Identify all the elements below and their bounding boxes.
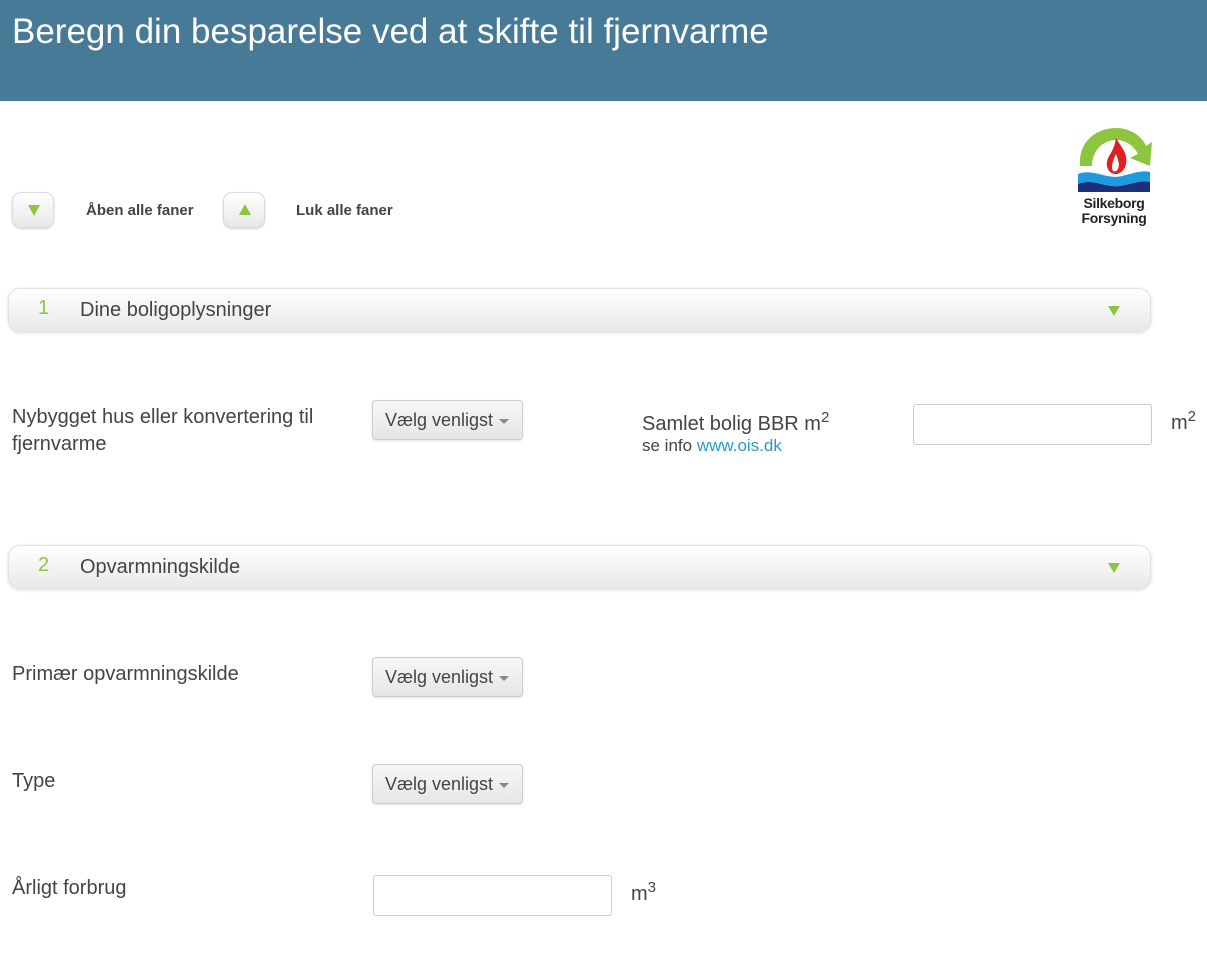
chevron-down-icon — [1108, 306, 1120, 316]
select-value: Vælg venligst — [385, 667, 494, 687]
type-label: Type — [12, 770, 56, 792]
primary-source-label: Primær opvarmningskilde — [12, 663, 239, 685]
select-value: Vælg venligst — [385, 410, 494, 430]
section-header-boligoplysninger[interactable]: 1 Dine boligoplysninger — [8, 288, 1151, 332]
logo-text-line1: Silkeborg — [1083, 195, 1145, 211]
type-select[interactable]: Vælg venligst — [372, 764, 523, 804]
open-all-tabs-button[interactable] — [12, 192, 54, 228]
house-type-label: Nybygget hus eller konvertering til fjer… — [12, 406, 314, 455]
arrow-down-icon — [28, 205, 40, 216]
close-all-tabs-button[interactable] — [223, 192, 265, 228]
annual-usage-unit: m3 — [631, 879, 657, 905]
chevron-down-icon — [1108, 563, 1120, 573]
arrow-up-icon — [239, 204, 251, 215]
area-info-prefix: se info — [642, 436, 693, 455]
close-all-tabs-label[interactable]: Luk alle faner — [296, 202, 393, 219]
area-unit: m2 — [1171, 408, 1197, 434]
caret-down-icon — [499, 783, 509, 788]
section-header-opvarmningskilde[interactable]: 2 Opvarmningskilde — [8, 545, 1151, 589]
section-title: Dine boligoplysninger — [80, 299, 272, 321]
section-number: 1 — [38, 297, 50, 319]
area-input[interactable] — [913, 404, 1152, 445]
caret-down-icon — [499, 676, 509, 681]
house-type-select[interactable]: Vælg venligst — [372, 400, 523, 440]
area-info: se info www.ois.dk — [642, 436, 782, 456]
annual-usage-label: Årligt forbrug — [12, 877, 127, 899]
area-label: Samlet bolig BBR m2 — [642, 409, 830, 435]
section-number: 2 — [38, 554, 50, 576]
ois-link[interactable]: www.ois.dk — [697, 436, 782, 455]
primary-source-select[interactable]: Vælg venligst — [372, 657, 523, 697]
logo-text-line2: Forsyning — [1081, 210, 1147, 226]
page-header: Beregn din besparelse ved at skifte til … — [0, 0, 1207, 101]
select-value: Vælg venligst — [385, 774, 494, 794]
open-all-tabs-label[interactable]: Åben alle faner — [86, 202, 194, 219]
page-title: Beregn din besparelse ved at skifte til … — [12, 12, 769, 51]
caret-down-icon — [499, 419, 509, 424]
section-title: Opvarmningskilde — [80, 556, 241, 578]
annual-usage-input[interactable] — [373, 875, 612, 916]
